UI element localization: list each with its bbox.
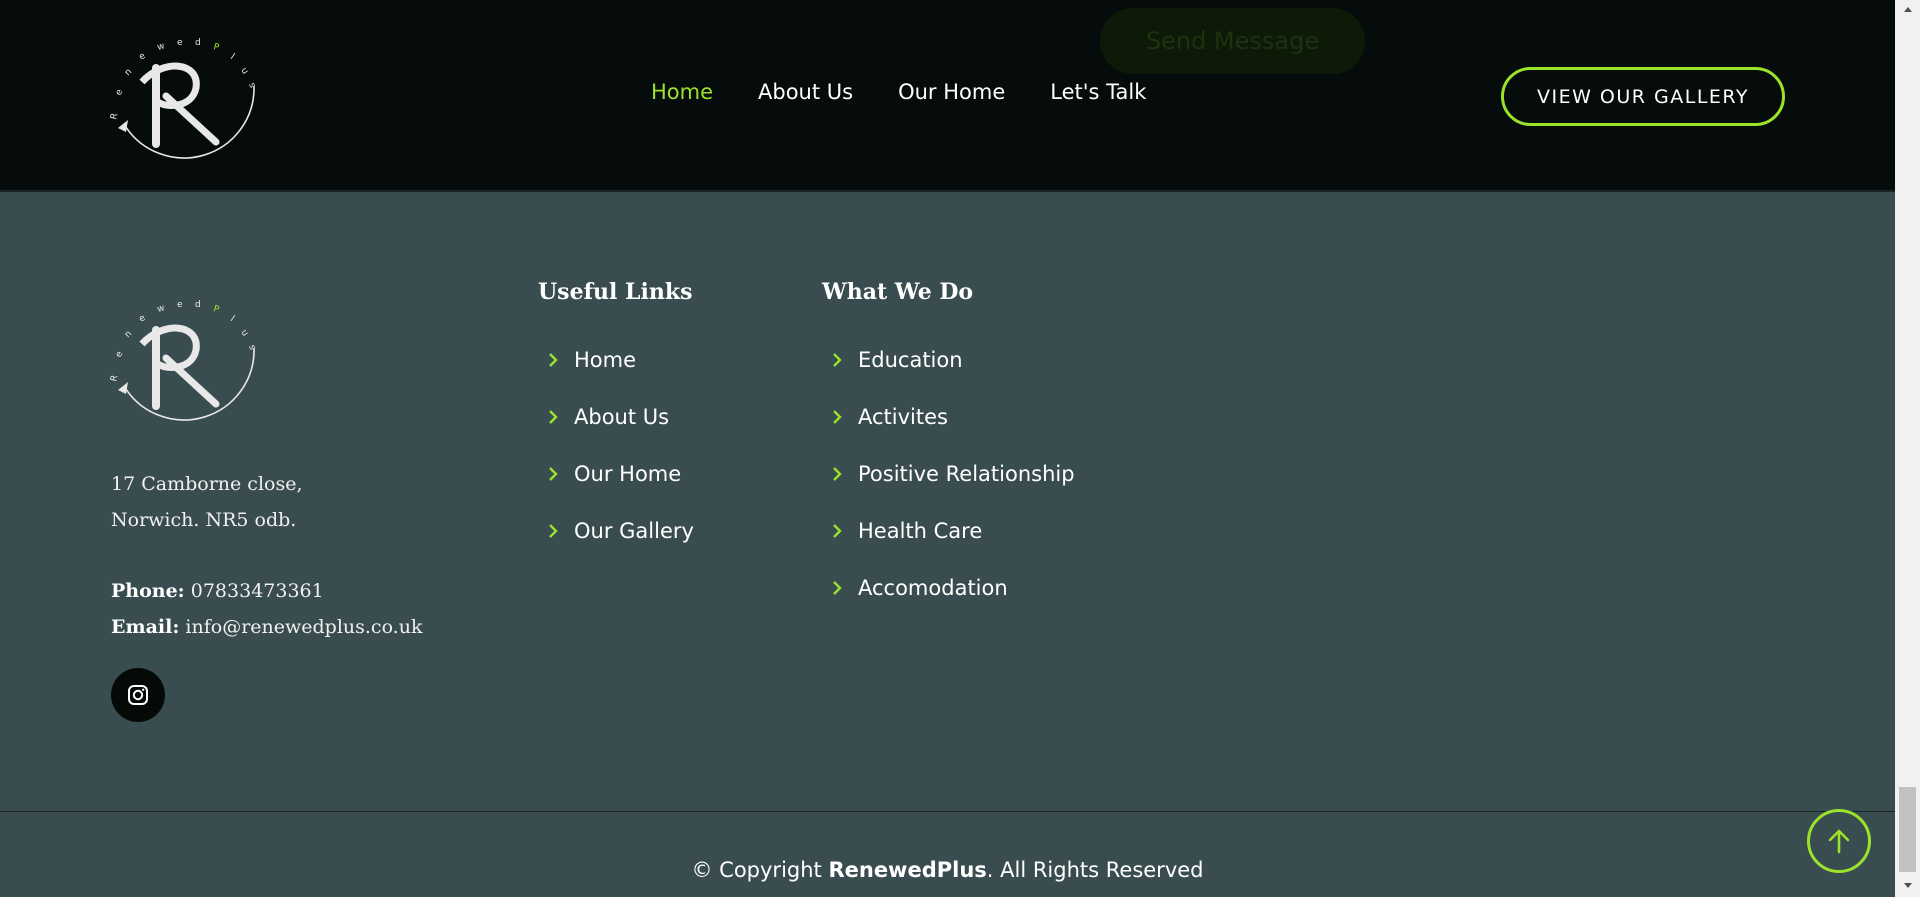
useful-links-title: Useful Links: [538, 279, 693, 305]
what-we-do-title: What We Do: [822, 279, 974, 305]
footer-link-label: Home: [574, 347, 637, 372]
svg-text:d: d: [195, 38, 201, 48]
chevron-right-icon: [544, 408, 562, 426]
nav-lets-talk[interactable]: Let's Talk: [1050, 80, 1146, 104]
svg-text:e: e: [138, 313, 148, 325]
service-link-label: Accomodation: [858, 575, 1008, 600]
nav-home[interactable]: Home: [651, 80, 713, 104]
address-line-2: Norwich. NR5 odb.: [111, 509, 297, 531]
send-message-button[interactable]: Send Message: [1100, 8, 1365, 74]
address-line-1: 17 Camborne close,: [111, 473, 303, 495]
service-link-label: Positive Relationship: [858, 461, 1075, 486]
main-nav: Home About Us Our Home Let's Talk: [651, 80, 1146, 104]
footer-link-label: Our Home: [574, 461, 682, 486]
phone-label: Phone:: [111, 580, 185, 602]
page-scrollbar[interactable]: [1895, 0, 1920, 897]
footer-link-about-us[interactable]: About Us: [538, 388, 694, 445]
svg-text:e: e: [138, 51, 148, 63]
chevron-right-icon: [544, 465, 562, 483]
chevron-right-icon: [828, 408, 846, 426]
copyright-text: © Copyright RenewedPlus. All Rights Rese…: [0, 858, 1895, 882]
service-link-accomodation[interactable]: Accomodation: [822, 559, 1075, 616]
svg-text:u: u: [239, 66, 250, 76]
nav-about-us[interactable]: About Us: [758, 80, 853, 104]
back-to-top-button[interactable]: [1807, 809, 1871, 873]
footer-link-our-gallery[interactable]: Our Gallery: [538, 502, 694, 559]
site-header: Send Message R e n e w e d P l u s Home …: [0, 0, 1895, 192]
svg-text:R: R: [109, 112, 120, 121]
service-link-health-care[interactable]: Health Care: [822, 502, 1075, 559]
svg-text:R: R: [109, 374, 120, 383]
logo-mark: R e n e w e d P l u s: [109, 300, 257, 421]
service-link-label: Education: [858, 347, 963, 372]
service-link-positive-relationship[interactable]: Positive Relationship: [822, 445, 1075, 502]
chevron-right-icon: [828, 351, 846, 369]
svg-text:l: l: [228, 314, 236, 324]
instagram-button[interactable]: [111, 668, 165, 722]
footer-link-label: About Us: [574, 404, 670, 429]
svg-text:e: e: [177, 300, 183, 310]
footer-link-our-home[interactable]: Our Home: [538, 445, 694, 502]
footer-address: 17 Camborne close, Norwich. NR5 odb.: [111, 466, 303, 538]
logo-mark: R e n e w e d P l u s: [109, 38, 257, 159]
view-gallery-button[interactable]: VIEW OUR GALLERY: [1501, 67, 1785, 126]
svg-text:d: d: [195, 300, 201, 310]
arrow-up-icon: [1828, 829, 1850, 854]
scroll-down-arrow-icon[interactable]: [1899, 878, 1916, 892]
svg-text:l: l: [228, 52, 236, 62]
copyright-prefix: © Copyright: [691, 858, 829, 882]
svg-text:w: w: [156, 41, 166, 53]
svg-text:e: e: [177, 38, 183, 48]
chevron-right-icon: [828, 465, 846, 483]
svg-text:P: P: [212, 304, 220, 315]
service-link-activites[interactable]: Activites: [822, 388, 1075, 445]
chevron-right-icon: [828, 522, 846, 540]
footer-contact: Phone: 07833473361 Email: info@renewedpl…: [111, 573, 422, 645]
nav-our-home[interactable]: Our Home: [898, 80, 1005, 104]
email-address[interactable]: info@renewedplus.co.uk: [185, 616, 422, 638]
service-link-education[interactable]: Education: [822, 331, 1075, 388]
header-logo[interactable]: R e n e w e d P l u s: [104, 16, 264, 174]
svg-text:e: e: [114, 349, 126, 359]
useful-links-list: Home About Us Our Home Our Gallery: [538, 331, 694, 559]
email-line: Email: info@renewedplus.co.uk: [111, 609, 422, 645]
chevron-right-icon: [828, 579, 846, 597]
footer-logo[interactable]: R e n e w e d P l u s: [104, 278, 264, 436]
svg-text:w: w: [156, 303, 166, 315]
svg-text:e: e: [114, 87, 126, 97]
chevron-right-icon: [544, 351, 562, 369]
useful-links-column: Useful Links Home About Us Our Home Our …: [538, 279, 694, 559]
svg-text:n: n: [123, 67, 134, 78]
service-link-label: Health Care: [858, 518, 983, 543]
service-link-label: Activites: [858, 404, 948, 429]
footer-link-label: Our Gallery: [574, 518, 694, 543]
phone-line: Phone: 07833473361: [111, 573, 422, 609]
phone-number[interactable]: 07833473361: [191, 580, 324, 602]
footer-link-home[interactable]: Home: [538, 331, 694, 388]
copyright-brand: RenewedPlus: [828, 858, 987, 882]
chevron-right-icon: [544, 522, 562, 540]
svg-text:s: s: [246, 344, 257, 352]
instagram-icon: [128, 685, 148, 705]
scrollbar-thumb[interactable]: [1899, 787, 1916, 872]
svg-text:u: u: [239, 328, 250, 338]
svg-text:P: P: [212, 42, 220, 53]
what-we-do-list: Education Activites Positive Relationshi…: [822, 331, 1075, 616]
svg-text:s: s: [246, 82, 257, 90]
scroll-up-arrow-icon[interactable]: [1899, 2, 1916, 16]
what-we-do-column: What We Do Education Activites Positive …: [822, 279, 1075, 616]
copyright-suffix: . All Rights Reserved: [986, 858, 1204, 882]
footer-divider: [0, 811, 1895, 812]
email-label: Email:: [111, 616, 180, 638]
svg-text:n: n: [123, 329, 134, 340]
